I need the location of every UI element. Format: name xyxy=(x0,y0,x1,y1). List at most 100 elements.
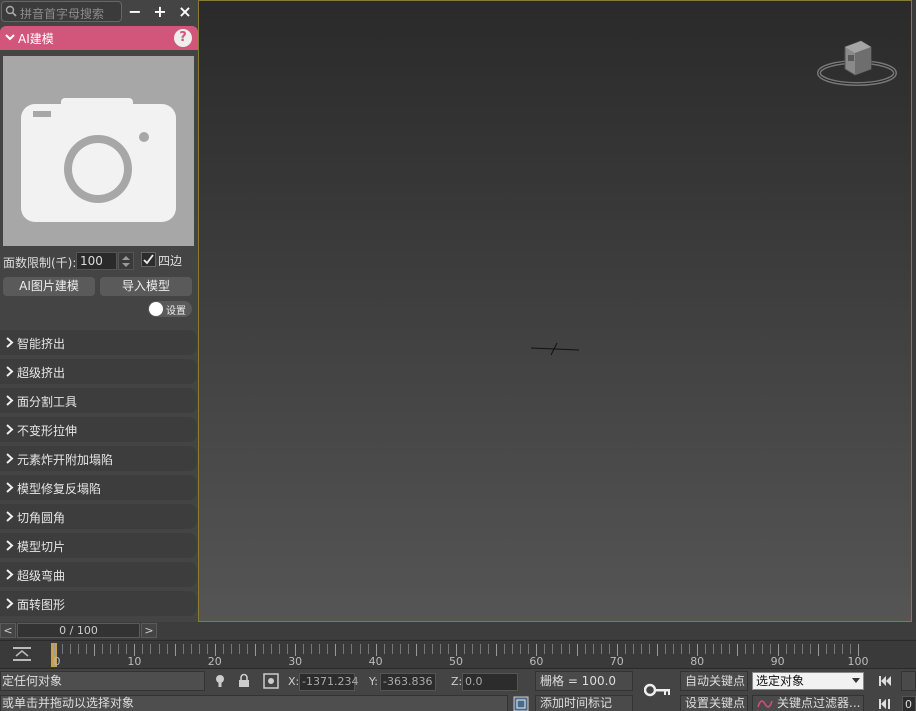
rollout-section-label: 智能挤出 xyxy=(17,337,66,351)
frame-tick xyxy=(544,644,546,654)
perspective-viewport[interactable] xyxy=(198,0,912,622)
frame-tick xyxy=(86,644,88,654)
time-next-button[interactable]: > xyxy=(141,623,157,638)
frame-tick xyxy=(319,644,321,654)
y-coordinate-field[interactable]: -363.836 xyxy=(380,673,436,691)
key-filters-label: 关键点过滤器... xyxy=(777,696,861,710)
frame-tick xyxy=(182,644,184,654)
frame-tick xyxy=(423,644,425,654)
help-button[interactable]: ? xyxy=(174,29,192,47)
frame-tick xyxy=(311,644,313,654)
absolute-mode-icon[interactable] xyxy=(263,673,279,689)
ai-image-model-button[interactable]: AI图片建模 xyxy=(3,277,95,296)
frame-tick-label: 10 xyxy=(127,655,142,668)
rollout-section[interactable]: 面转图形 xyxy=(0,591,197,616)
viewcube-icon[interactable] xyxy=(817,37,897,89)
command-panel: 拼音首字母搜索 − + × AI建模 ? 面数限制(千): 100 四边 AI图… xyxy=(0,0,198,622)
frame-tick xyxy=(190,644,192,654)
z-coordinate-field[interactable]: 0.0 xyxy=(462,673,518,691)
track-bar[interactable]: 0 10 20 30 40 50 60 70 80 90 100 xyxy=(0,640,916,668)
origin-marker-icon xyxy=(530,342,580,356)
rollout-section[interactable]: 模型修复反塌陷 xyxy=(0,475,197,500)
frame-tick xyxy=(520,644,522,654)
close-button[interactable]: × xyxy=(176,3,194,21)
x-coordinate-field[interactable]: -1371.234 xyxy=(299,673,358,691)
image-drop-area[interactable] xyxy=(3,56,194,246)
frame-tick xyxy=(632,644,634,654)
frame-tick xyxy=(255,644,256,656)
settings-toggle-label: 设置 xyxy=(166,306,186,317)
rollout-section[interactable]: 超级弯曲 xyxy=(0,562,197,587)
search-input[interactable]: 拼音首字母搜索 xyxy=(1,1,122,22)
chevron-right-icon xyxy=(6,453,14,464)
chevron-down-icon xyxy=(852,678,860,683)
time-slider[interactable]: 0 / 100 xyxy=(17,623,140,638)
import-model-button[interactable]: 导入模型 xyxy=(100,277,192,296)
play-controls-partial[interactable] xyxy=(901,671,916,691)
frame-tick-label: 0 xyxy=(53,655,61,668)
time-prev-button[interactable]: < xyxy=(0,623,16,638)
frame-tick xyxy=(70,644,72,654)
add-time-tag-button[interactable]: 添加时间标记 xyxy=(535,695,633,711)
frame-tick xyxy=(431,644,433,654)
camera-icon xyxy=(21,98,176,222)
rollout-section-label: 面分割工具 xyxy=(17,395,78,409)
set-key-button[interactable]: 设置关键点 xyxy=(680,695,748,711)
chevron-right-icon xyxy=(6,482,14,493)
key-icon[interactable] xyxy=(644,682,672,698)
rollout-section[interactable]: 模型切片 xyxy=(0,533,197,558)
status-bar: 定任何对象 或单击并拖动以选择对象 X: -1371.234 Y: -363.8… xyxy=(0,668,916,711)
lock-icon[interactable] xyxy=(236,673,252,689)
expand-all-button[interactable]: + xyxy=(151,3,169,21)
frame-tick xyxy=(464,644,466,654)
frame-tick xyxy=(158,644,160,654)
key-mode-icon[interactable] xyxy=(877,696,893,711)
rollout-section[interactable]: 智能挤出 xyxy=(0,330,197,355)
chevron-right-icon xyxy=(6,569,14,580)
key-filter-curve-icon xyxy=(757,700,773,708)
y-label: Y: xyxy=(369,675,378,688)
frame-tick xyxy=(335,644,337,656)
face-limit-spinner[interactable] xyxy=(118,252,134,270)
frame-tick xyxy=(198,644,200,654)
frame-tick xyxy=(833,644,835,654)
selected-object-dropdown[interactable]: 选定对象 xyxy=(752,672,864,690)
current-frame-field[interactable]: 0 xyxy=(902,696,916,711)
time-tag-icon[interactable] xyxy=(513,696,529,711)
rollout-section-label: 元素炸开附加塌陷 xyxy=(17,453,114,467)
frame-tick xyxy=(118,644,120,654)
rollout-section[interactable]: 不变形拉伸 xyxy=(0,417,197,442)
isolate-icon[interactable] xyxy=(212,673,228,689)
rollout-section[interactable]: 面分割工具 xyxy=(0,388,197,413)
frame-tick xyxy=(600,644,602,654)
frame-tick xyxy=(592,644,594,654)
rollout-header-ai-model[interactable]: AI建模 ? xyxy=(0,26,198,50)
app-window: 拼音首字母搜索 − + × AI建模 ? 面数限制(千): 100 四边 AI图… xyxy=(0,0,916,711)
settings-toggle[interactable]: 设置 xyxy=(148,301,192,317)
search-placeholder: 拼音首字母搜索 xyxy=(20,7,105,21)
frame-tick xyxy=(238,644,240,654)
go-to-start-icon[interactable] xyxy=(877,673,893,689)
frame-tick xyxy=(351,644,353,654)
rollout-section-label: 超级挤出 xyxy=(17,366,66,380)
frame-tick xyxy=(166,644,168,654)
frame-tick xyxy=(721,644,723,654)
rollout-section[interactable]: 切角圆角 xyxy=(0,504,197,529)
rollout-section[interactable]: 元素炸开附加塌陷 xyxy=(0,446,197,471)
frame-tick xyxy=(327,644,329,654)
frame-tick xyxy=(753,644,755,654)
frame-tick xyxy=(78,644,80,654)
curve-editor-icon[interactable] xyxy=(12,645,32,663)
grid-display: 栅格 = 100.0 xyxy=(535,671,633,691)
face-limit-row: 面数限制(千): 100 四边 xyxy=(3,252,195,270)
auto-key-button[interactable]: 自动关键点 xyxy=(680,671,748,691)
collapse-all-button[interactable]: − xyxy=(126,3,144,21)
frame-tick xyxy=(705,644,707,654)
face-limit-input[interactable]: 100 xyxy=(76,252,117,270)
quad-checkbox[interactable] xyxy=(141,252,156,267)
frame-tick xyxy=(584,644,586,654)
rollout-section[interactable]: 超级挤出 xyxy=(0,359,197,384)
frame-tick xyxy=(793,644,795,654)
key-filters-button[interactable]: 关键点过滤器... xyxy=(752,695,864,711)
rollout-section-label: 模型修复反塌陷 xyxy=(17,482,102,496)
